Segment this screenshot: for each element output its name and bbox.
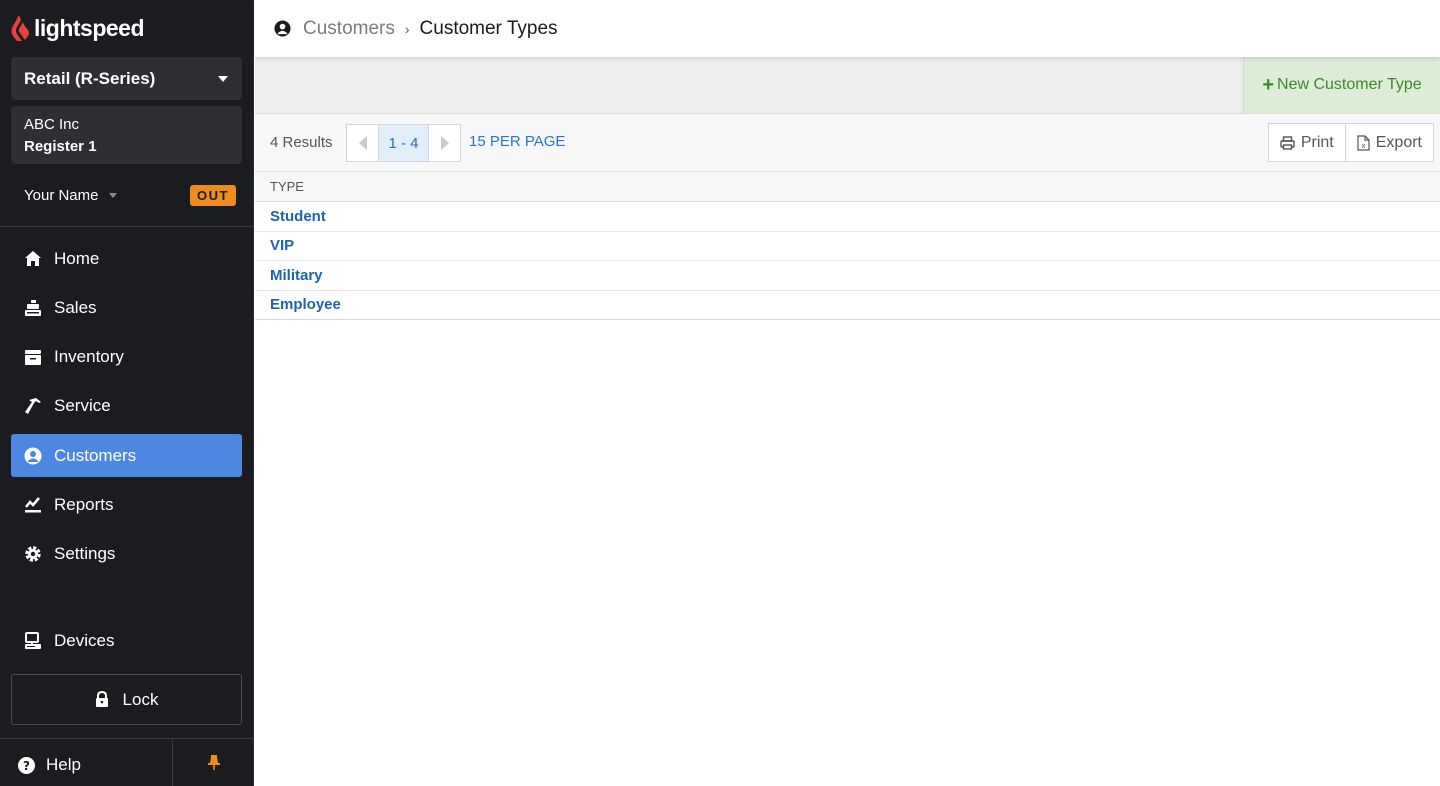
nav-label: Settings — [54, 544, 116, 564]
export-tools: Print x Export — [1267, 123, 1434, 162]
user-circle-icon — [23, 446, 43, 466]
list-toolbar: 4 Results 1 - 4 15 PER PAGE Print x Expo… — [255, 114, 1440, 172]
sidebar-item-sales[interactable]: Sales — [11, 286, 242, 329]
customer-type-link[interactable]: Military — [270, 267, 323, 284]
new-customer-type-label: New Customer Type — [1277, 76, 1422, 93]
flame-icon — [11, 15, 29, 41]
nav-label: Sales — [54, 297, 97, 317]
table-row: VIP — [255, 231, 1440, 261]
sidebar: lightspeed Retail (R-Series) ABC Inc Reg… — [0, 0, 254, 786]
archive-box-icon — [23, 347, 43, 367]
export-label: Export — [1375, 133, 1422, 151]
chevron-down-icon — [218, 75, 228, 82]
action-bar: + New Customer Type — [255, 57, 1440, 114]
sidebar-item-devices[interactable]: Devices — [11, 619, 242, 662]
nav-label: Devices — [54, 630, 115, 650]
gear-icon — [23, 544, 43, 564]
help-icon: ? — [18, 756, 35, 774]
svg-text:?: ? — [23, 759, 30, 773]
nav-label: Service — [54, 396, 111, 416]
print-label: Print — [1300, 133, 1334, 151]
company-name: ABC Inc — [24, 116, 80, 133]
nav-label: Home — [54, 248, 100, 268]
breadcrumb-customers[interactable]: Customers — [303, 18, 395, 40]
plus-icon: + — [1262, 74, 1275, 96]
page-title: Customer Types — [419, 17, 558, 39]
customer-type-link[interactable]: VIP — [270, 237, 294, 254]
customer-types-table: TYPE Student VIP Military Employee — [255, 172, 1440, 320]
help-label: Help — [46, 755, 81, 774]
print-button[interactable]: Print — [1269, 124, 1345, 161]
sidebar-item-inventory[interactable]: Inventory — [11, 336, 242, 379]
next-page-button[interactable] — [429, 125, 460, 161]
home-icon — [23, 249, 43, 269]
help-button[interactable]: ? Help — [17, 745, 81, 785]
register-info[interactable]: ABC Inc Register 1 — [11, 106, 242, 164]
lock-button[interactable]: Lock — [11, 674, 242, 725]
lock-label: Lock — [122, 689, 159, 709]
devices-container: Devices — [11, 619, 242, 668]
sidebar-item-reports[interactable]: Reports — [11, 483, 242, 526]
store-select[interactable]: Retail (R-Series) — [11, 57, 242, 100]
computer-icon — [23, 631, 43, 651]
previous-page-button[interactable] — [347, 125, 378, 161]
new-customer-type-button[interactable]: + New Customer Type — [1243, 57, 1440, 113]
chevron-down-icon — [108, 192, 117, 198]
chart-line-icon — [23, 495, 43, 515]
excel-file-icon: x — [1357, 134, 1370, 151]
main-nav: Home Sales Inventory Service Customers R… — [11, 237, 242, 582]
per-page-selector[interactable]: 15 PER PAGE — [469, 133, 565, 150]
divider — [0, 226, 254, 227]
sidebar-item-customers[interactable]: Customers — [11, 434, 242, 478]
lock-icon — [95, 691, 108, 707]
customer-type-link[interactable]: Student — [270, 208, 326, 225]
sidebar-item-settings[interactable]: Settings — [11, 533, 242, 576]
table-row: Military — [255, 261, 1440, 291]
clock-status-badge[interactable]: OUT — [190, 184, 236, 206]
user-row: Your Name OUT — [24, 182, 236, 208]
sidebar-item-service[interactable]: Service — [11, 385, 242, 428]
user-menu[interactable]: Your Name — [24, 187, 117, 204]
sidebar-item-home[interactable]: Home — [11, 237, 242, 280]
hammer-icon — [23, 396, 43, 416]
breadcrumb: Customers › Customer Types — [274, 18, 558, 40]
column-header-type[interactable]: TYPE — [255, 172, 1440, 202]
chevron-left-icon — [358, 136, 367, 150]
nav-label: Customers — [54, 445, 137, 465]
register-name: Register 1 — [24, 138, 97, 155]
pin-icon — [207, 755, 220, 770]
table-row: Employee — [255, 290, 1440, 320]
nav-label: Reports — [54, 494, 114, 514]
cash-register-icon — [23, 298, 43, 318]
current-page-range[interactable]: 1 - 4 — [378, 125, 429, 161]
printer-icon — [1280, 135, 1295, 150]
lightspeed-logo[interactable]: lightspeed — [10, 14, 145, 42]
chevron-right-icon — [440, 136, 449, 150]
top-bar: Customers › Customer Types — [255, 0, 1440, 57]
nav-label: Inventory — [54, 347, 124, 367]
chevron-right-icon: › — [404, 20, 410, 37]
user-circle-icon — [274, 20, 291, 37]
export-button[interactable]: x Export — [1344, 124, 1433, 161]
table-row: Student — [255, 202, 1440, 232]
results-count: 4 Results — [270, 134, 333, 151]
brand-name: lightspeed — [34, 14, 145, 41]
pin-sidebar-button[interactable] — [173, 739, 254, 786]
store-select-value: Retail (R-Series) — [24, 68, 156, 88]
svg-text:x: x — [1361, 142, 1365, 150]
customer-type-link[interactable]: Employee — [270, 296, 341, 313]
user-name: Your Name — [24, 186, 99, 204]
pagination: 1 - 4 — [346, 124, 461, 162]
